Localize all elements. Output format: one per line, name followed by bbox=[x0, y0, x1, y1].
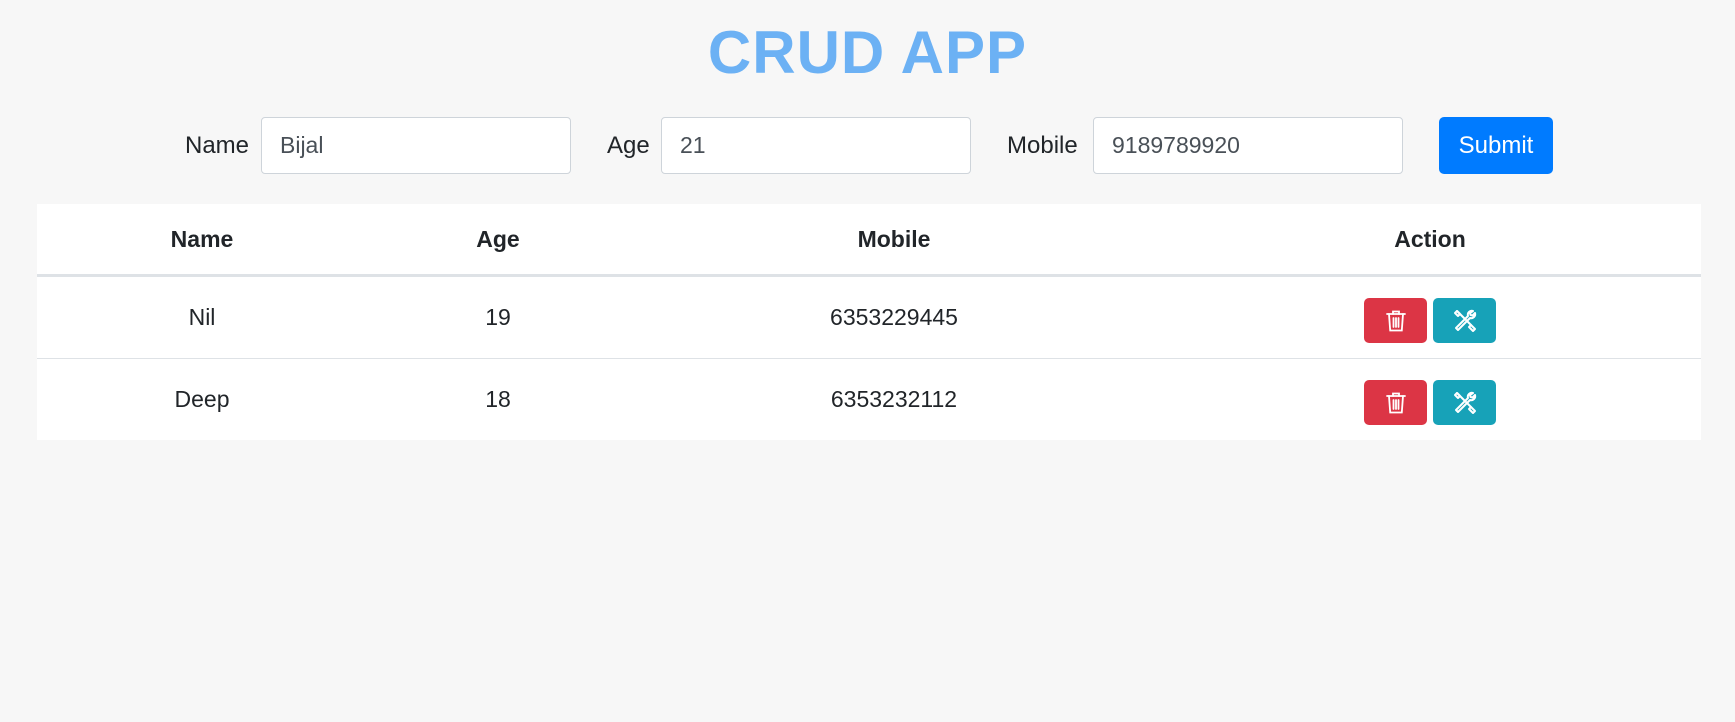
trash-icon bbox=[1385, 391, 1407, 415]
cell-action bbox=[1159, 358, 1701, 440]
header-mobile: Mobile bbox=[629, 204, 1159, 277]
cell-mobile: 6353232112 bbox=[629, 358, 1159, 440]
header-action: Action bbox=[1159, 204, 1701, 277]
delete-button[interactable] bbox=[1364, 380, 1427, 425]
submit-button[interactable]: Submit bbox=[1439, 117, 1553, 174]
delete-button[interactable] bbox=[1364, 298, 1427, 343]
row-actions bbox=[1364, 380, 1496, 425]
cell-action bbox=[1159, 276, 1701, 359]
trash-icon bbox=[1385, 309, 1407, 333]
table-row: Nil 19 6353229445 bbox=[37, 276, 1701, 359]
name-input[interactable] bbox=[261, 117, 571, 174]
mobile-input[interactable] bbox=[1093, 117, 1403, 174]
tools-icon bbox=[1452, 308, 1478, 334]
table-header-row: Name Age Mobile Action bbox=[37, 204, 1701, 277]
records-table: Name Age Mobile Action Nil 19 6353229445 bbox=[37, 204, 1701, 440]
cell-mobile: 6353229445 bbox=[830, 304, 958, 330]
mobile-label: Mobile bbox=[1007, 132, 1078, 159]
header-age: Age bbox=[367, 204, 629, 277]
name-label: Name bbox=[185, 132, 250, 159]
row-actions bbox=[1364, 298, 1496, 343]
cell-name: Deep bbox=[37, 358, 367, 440]
tools-icon bbox=[1452, 390, 1478, 416]
cell-age: 18 bbox=[367, 358, 629, 440]
age-input[interactable] bbox=[661, 117, 971, 174]
entry-form: Name Age Mobile Submit bbox=[0, 117, 1735, 174]
header-name: Name bbox=[37, 204, 367, 277]
age-label: Age bbox=[607, 132, 650, 159]
edit-button[interactable] bbox=[1433, 380, 1496, 425]
edit-button[interactable] bbox=[1433, 298, 1496, 343]
page-title: CRUD APP bbox=[707, 19, 1028, 86]
cell-name: Nil bbox=[188, 304, 216, 330]
table-row: Deep 18 6353232112 bbox=[37, 358, 1701, 440]
cell-age: 19 bbox=[485, 304, 511, 330]
